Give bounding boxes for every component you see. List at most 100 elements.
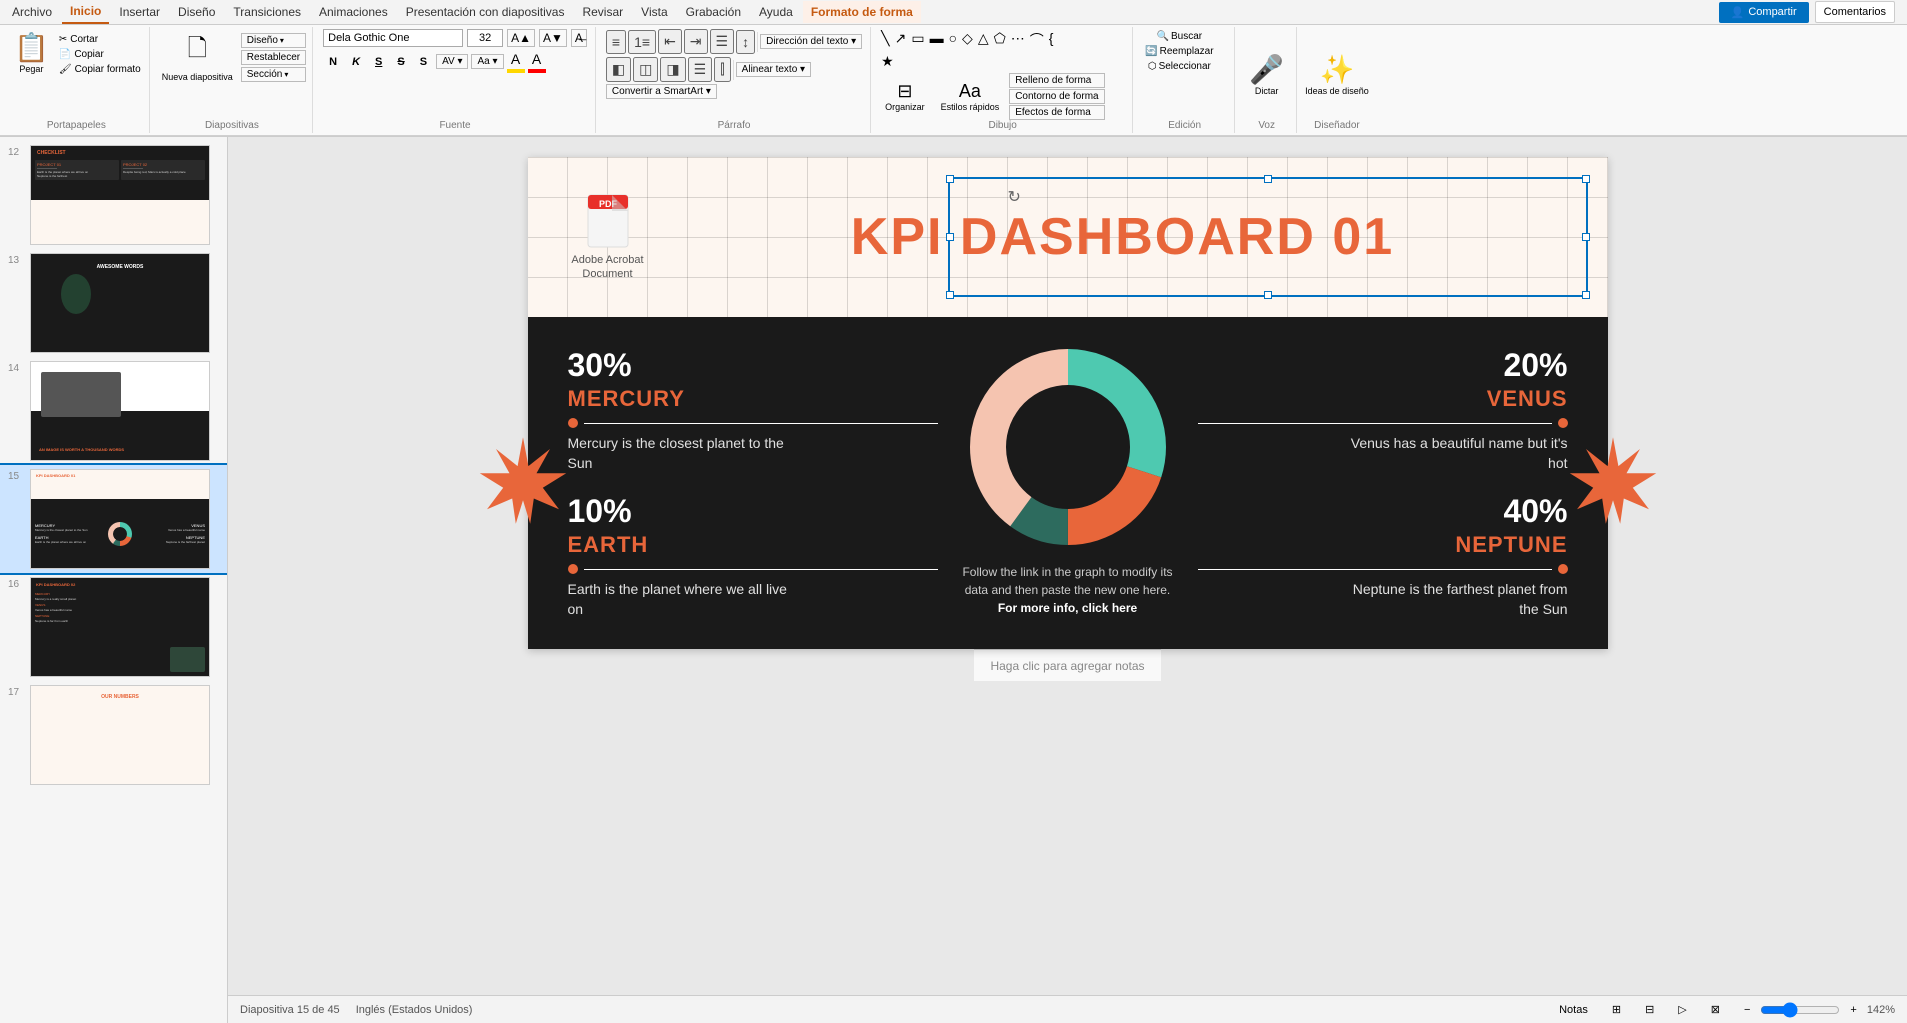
tab-formato-forma[interactable]: Formato de forma	[803, 1, 921, 23]
reemplazar-button[interactable]: 🔄 Reemplazar	[1141, 44, 1217, 59]
dibujo-group: ╲ ↗ ▭ ▬ ○ ◇ △ ⬠ ⋯ ⌒ { ★ ⊟ Organizar	[873, 27, 1133, 133]
shape-diamond[interactable]: ◇	[960, 29, 975, 51]
tab-diseno[interactable]: Diseño	[170, 1, 223, 23]
dictar-button[interactable]: Dictar	[1255, 86, 1279, 96]
comments-button[interactable]: Comentarios	[1815, 1, 1895, 23]
normal-view-button[interactable]: ⊞	[1606, 1001, 1627, 1018]
share-button[interactable]: 👤 Compartir	[1719, 2, 1809, 23]
neptune-name: NEPTUNE	[1198, 532, 1568, 558]
numbering-button[interactable]: 1≡	[628, 30, 656, 54]
justify-button[interactable]: ☰	[688, 57, 713, 82]
underline-button[interactable]: S	[369, 54, 388, 70]
shape-pentagon[interactable]: ⬠	[992, 29, 1008, 51]
rotate-handle[interactable]: ↻	[1008, 187, 1021, 207]
bullets-button[interactable]: ≡	[606, 30, 626, 54]
notes-placeholder[interactable]: Haga clic para agregar notas	[990, 659, 1144, 673]
slide-title[interactable]: KPI DASHBOARD 01	[678, 207, 1568, 267]
diseno-dropdown[interactable]: Diseño ▾	[241, 33, 306, 48]
convert-smartart-button[interactable]: Convertir a SmartArt ▾	[606, 84, 717, 99]
copiar-button[interactable]: 📄 Copiar	[57, 48, 143, 61]
slide-thumb-12[interactable]: 12 CHECKLIST PROJECT 01 Earth is the pla…	[0, 141, 227, 249]
tab-ayuda[interactable]: Ayuda	[751, 1, 801, 23]
direction-text-button[interactable]: Dirección del texto ▾	[760, 34, 862, 49]
contorno-forma-button[interactable]: Contorno de forma	[1009, 89, 1104, 104]
slide-thumb-13[interactable]: 13 AWESOME WORDS	[0, 249, 227, 357]
venus-line	[1198, 418, 1568, 428]
canvas-scroll[interactable]: ↻ PDF Adobe Acrobat Document	[228, 137, 1907, 995]
shape-arrow[interactable]: ↗	[893, 29, 909, 51]
tab-animaciones[interactable]: Animaciones	[311, 1, 396, 23]
language-indicator: Inglés (Estados Unidos)	[356, 1004, 473, 1016]
presenter-view-button[interactable]: ⊠	[1705, 1001, 1726, 1018]
efectos-forma-button[interactable]: Efectos de forma	[1009, 105, 1104, 120]
font-decrease-button[interactable]: A▼	[539, 29, 567, 47]
left-kpis: 30% MERCURY Mercury is the closest plane…	[568, 347, 938, 619]
decrease-indent-button[interactable]: ⇤	[658, 29, 682, 54]
alinear-texto-button[interactable]: Alinear texto ▾	[736, 62, 811, 77]
cortar-button[interactable]: ✂ Cortar	[57, 33, 143, 46]
pegar-button[interactable]: 📋 Pegar	[10, 29, 53, 76]
tab-transiciones[interactable]: Transiciones	[225, 1, 309, 23]
shape-triangle[interactable]: △	[976, 29, 991, 51]
copiar-formato-button[interactable]: 🖌 Copiar formato	[57, 63, 143, 76]
zoom-out-button[interactable]: −	[1738, 1002, 1756, 1018]
seccion-button[interactable]: Sección ▾	[241, 67, 306, 82]
reading-view-button[interactable]: ▷	[1672, 1001, 1692, 1018]
tab-presentacion[interactable]: Presentación con diapositivas	[398, 1, 573, 23]
columns-button[interactable]: ⫿	[714, 57, 730, 82]
slide-thumb-17[interactable]: 17 OUR NUMBERS	[0, 681, 227, 789]
organizar-button[interactable]: ⊟ Organizar	[879, 79, 931, 114]
earth-name: EARTH	[568, 532, 938, 558]
col-count-button[interactable]: ☰	[710, 29, 735, 54]
buscar-button[interactable]: 🔍 Buscar	[1153, 29, 1207, 44]
font-name-input[interactable]	[323, 29, 463, 47]
increase-indent-button[interactable]: ⇥	[684, 29, 708, 54]
tab-archivo[interactable]: Archivo	[4, 1, 60, 23]
slide-thumb-14[interactable]: 14 AN IMAGE IS WORTH A THOUSAND WORDS	[0, 357, 227, 465]
slide-thumb-16[interactable]: 16 KPI DASHBOARD 02 MERCURY Mercury is a…	[0, 573, 227, 681]
font-increase-button[interactable]: A▲	[507, 29, 535, 47]
shape-star[interactable]: ★	[879, 52, 896, 71]
shape-curve[interactable]: ⌒	[1028, 29, 1046, 51]
zoom-level: 142%	[1867, 1004, 1895, 1016]
bold-button[interactable]: N	[323, 54, 343, 70]
tab-grabacion[interactable]: Grabación	[678, 1, 749, 23]
shape-rect2[interactable]: ▬	[928, 29, 946, 51]
venus-percent: 20%	[1198, 347, 1568, 384]
tab-insertar[interactable]: Insertar	[111, 1, 168, 23]
line-spacing-button[interactable]: ↕	[736, 30, 755, 54]
align-right-button[interactable]: ◨	[660, 57, 685, 82]
strikethrough-button[interactable]: S	[391, 54, 410, 70]
notes-button[interactable]: Notas	[1553, 1002, 1594, 1018]
donut-caption[interactable]: Follow the link in the graph to modify i…	[958, 563, 1178, 617]
shape-line[interactable]: ╲	[879, 29, 891, 51]
pdf-attachment[interactable]: PDF Adobe Acrobat Document	[568, 193, 648, 282]
italic-button[interactable]: K	[346, 54, 366, 70]
restablecer-button[interactable]: Restablecer	[241, 50, 306, 65]
slide-sorter-button[interactable]: ⊟	[1639, 1001, 1660, 1018]
font-size-aa-button[interactable]: Aa ▾	[471, 54, 503, 69]
nueva-diapositiva-button[interactable]: 🗋 Nueva diapositiva	[158, 29, 237, 84]
zoom-in-button[interactable]: +	[1844, 1002, 1862, 1018]
seleccionar-button[interactable]: ⬡ Seleccionar	[1144, 59, 1215, 74]
align-center-button[interactable]: ◫	[633, 57, 658, 82]
char-spacing-button[interactable]: AV ▾	[436, 54, 468, 69]
align-left-button[interactable]: ◧	[606, 57, 631, 82]
font-size-input[interactable]	[467, 29, 503, 47]
tab-vista[interactable]: Vista	[633, 1, 675, 23]
notes-bar[interactable]: Haga clic para agregar notas	[974, 649, 1160, 681]
shape-circle[interactable]: ○	[947, 29, 959, 51]
earth-percent: 10%	[568, 493, 938, 530]
ideas-diseno-button[interactable]: Ideas de diseño	[1305, 86, 1369, 96]
slide-thumb-15[interactable]: 15 KPI DASHBOARD 01 MERCURY Mercury is t…	[0, 465, 227, 573]
zoom-slider[interactable]	[1760, 1002, 1840, 1018]
clear-formatting-button[interactable]: A̶	[571, 29, 587, 47]
shape-rect[interactable]: ▭	[909, 29, 926, 51]
relleno-forma-button[interactable]: Relleno de forma	[1009, 73, 1104, 88]
tab-revisar[interactable]: Revisar	[574, 1, 631, 23]
estilos-rapidos-button[interactable]: Aa Estilos rápidos	[935, 79, 1006, 114]
shadow-button[interactable]: S	[414, 54, 433, 70]
tab-inicio[interactable]: Inicio	[62, 0, 109, 24]
shape-brace[interactable]: {	[1047, 29, 1056, 51]
shape-more[interactable]: ⋯	[1009, 29, 1027, 51]
